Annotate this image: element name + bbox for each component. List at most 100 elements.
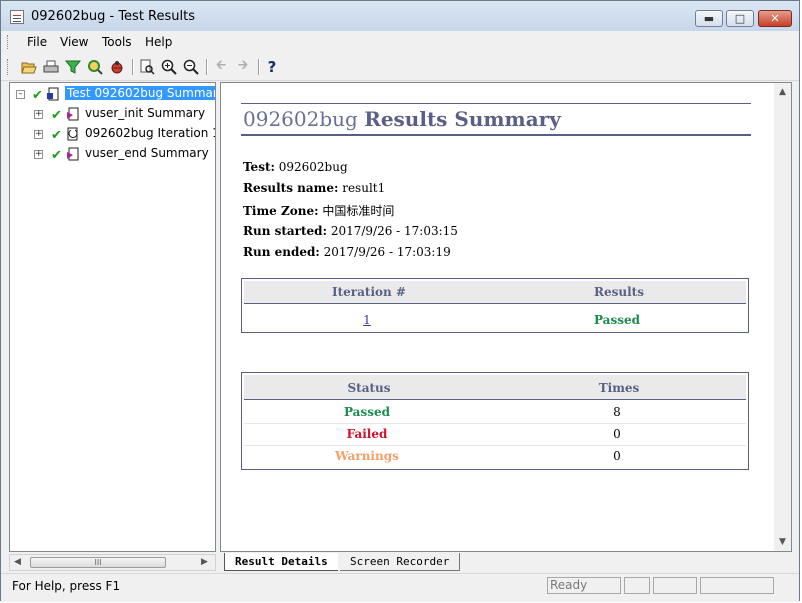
status-table: Status Times Passed 8 Failed 0 Warnings …: [241, 372, 749, 470]
tree-node-test-summary[interactable]: – ✔ Test 092602bug Summary: [10, 85, 215, 104]
results-pane: 092602bug Results Summary Test: 092602bu…: [220, 82, 792, 552]
info-test: Test: 092602bug: [243, 160, 348, 174]
maximize-button[interactable]: □: [726, 10, 754, 27]
info-results-name-label: Results name:: [243, 181, 339, 195]
close-button[interactable]: ✕: [758, 10, 792, 27]
back-button[interactable]: 🡰: [212, 58, 230, 76]
info-time-zone-value: 中国标准时间: [322, 204, 395, 218]
menu-file[interactable]: File: [27, 35, 47, 49]
expand-icon[interactable]: +: [34, 110, 43, 119]
toolbar-separator: [206, 59, 208, 75]
scroll-down-icon[interactable]: ▼: [779, 537, 786, 547]
status-table-header: Status Times: [244, 375, 746, 400]
forward-button[interactable]: 🡲: [234, 58, 252, 76]
test-icon: [47, 87, 61, 101]
zoom-in-button[interactable]: [160, 58, 178, 76]
back-icon: 🡰: [215, 58, 227, 73]
expand-icon[interactable]: +: [34, 150, 43, 159]
zoom-out-button[interactable]: [182, 58, 200, 76]
status-warnings-count: 0: [613, 449, 621, 463]
find-icon: [88, 60, 103, 75]
tree-horizontal-scrollbar[interactable]: ◀ III ▶: [9, 554, 216, 571]
forward-icon: 🡲: [237, 58, 249, 73]
scroll-up-icon[interactable]: ▲: [779, 87, 786, 97]
action-icon: [66, 107, 80, 121]
status-panel: [653, 577, 697, 594]
results-report: 092602bug Results Summary Test: 092602bu…: [241, 103, 751, 470]
print-button[interactable]: [42, 58, 60, 76]
status-ready: Ready: [547, 577, 621, 594]
collapse-icon[interactable]: –: [16, 90, 25, 99]
scroll-right-icon[interactable]: ▶: [201, 557, 208, 567]
tree-node-vuser-end[interactable]: + ✔ vuser_end Summary: [10, 145, 215, 164]
menu-tools[interactable]: Tools: [102, 35, 132, 49]
scroll-left-icon[interactable]: ◀: [14, 557, 21, 567]
column-header-results: Results: [594, 285, 644, 299]
iteration-table: Iteration # Results 1 Passed: [241, 278, 749, 333]
passed-check-icon: ✔: [51, 128, 62, 143]
column-header-times: Times: [598, 381, 640, 395]
info-run-ended: Run ended: 2017/9/26 - 17:03:19: [243, 245, 451, 259]
preview-icon: [140, 59, 155, 75]
report-title: 092602bug Results Summary: [241, 103, 751, 136]
minimize-icon: ▬: [703, 12, 715, 25]
iteration-link[interactable]: 1: [302, 313, 432, 327]
toolbar: 🡰 🡲 ?: [1, 54, 799, 81]
tab-screen-recorder[interactable]: Screen Recorder: [340, 553, 461, 571]
info-run-started: Run started: 2017/9/26 - 17:03:15: [243, 224, 458, 238]
tree-pane[interactable]: – ✔ Test 092602bug Summary + ✔ vuser_ini…: [9, 82, 216, 552]
find-button[interactable]: [86, 58, 104, 76]
status-panel: [624, 577, 650, 594]
help-button[interactable]: ?: [263, 58, 281, 76]
info-run-ended-label: Run ended:: [243, 245, 320, 259]
status-passed-count: 8: [613, 405, 621, 419]
menu-bar: File View Tools Help: [1, 31, 799, 53]
open-button[interactable]: [20, 58, 38, 76]
maximize-icon: □: [734, 12, 746, 25]
tree-node-vuser-init[interactable]: + ✔ vuser_init Summary: [10, 105, 215, 124]
zoom-out-icon: [183, 59, 199, 75]
iteration-table-header: Iteration # Results: [244, 281, 746, 304]
app-window: 092602bug - Test Results ▬ □ ✕ File View…: [0, 0, 800, 602]
status-failed-label: Failed: [346, 427, 388, 441]
window-title: 092602bug - Test Results: [31, 9, 195, 24]
info-time-zone: Time Zone: 中国标准时间: [243, 202, 394, 219]
info-run-started-label: Run started:: [243, 224, 327, 238]
menu-view[interactable]: View: [60, 35, 88, 49]
report-title-test-name: 092602bug: [243, 107, 358, 131]
tree-node-label: Test 092602bug Summary: [65, 86, 215, 100]
title-bar[interactable]: 092602bug - Test Results ▬ □ ✕: [1, 1, 799, 32]
iteration-result: Passed: [593, 313, 640, 327]
info-results-name-value: result1: [342, 181, 386, 195]
scroll-thumb[interactable]: III: [30, 557, 166, 568]
passed-check-icon: ✔: [51, 148, 62, 163]
row-divider: [244, 445, 746, 446]
filter-button[interactable]: [64, 58, 82, 76]
tab-result-details[interactable]: Result Details: [224, 553, 338, 571]
tree-node-iteration[interactable]: + ✔ 092602bug Iteration 1: [10, 125, 215, 144]
print-preview-button[interactable]: [138, 58, 156, 76]
menubar-grip[interactable]: [7, 35, 11, 49]
action-icon: [66, 147, 80, 161]
info-run-started-value: 2017/9/26 - 17:03:15: [330, 224, 458, 238]
toolbar-grip[interactable]: [7, 59, 11, 75]
status-help-text: For Help, press F1: [12, 579, 121, 593]
app-icon: [10, 10, 24, 24]
info-test-value: 092602bug: [278, 160, 348, 174]
passed-check-icon: ✔: [51, 108, 62, 123]
column-header-iteration: Iteration #: [332, 285, 406, 299]
bug-button[interactable]: [108, 58, 126, 76]
scroll-thumb-grip: III: [94, 558, 102, 567]
status-passed-label: Passed: [343, 405, 390, 419]
expand-icon[interactable]: +: [34, 130, 43, 139]
minimize-button[interactable]: ▬: [695, 10, 723, 27]
menu-help[interactable]: Help: [145, 35, 172, 49]
passed-check-icon: ✔: [32, 88, 43, 103]
tree-node-label: vuser_end Summary: [85, 146, 209, 160]
column-header-status: Status: [347, 381, 391, 395]
status-bar: For Help, press F1 Ready: [1, 573, 799, 602]
iteration-icon: [66, 127, 80, 141]
results-vertical-scrollbar[interactable]: ▲ ▼: [774, 83, 791, 551]
bug-icon: [111, 61, 123, 74]
help-icon: ?: [267, 58, 277, 76]
